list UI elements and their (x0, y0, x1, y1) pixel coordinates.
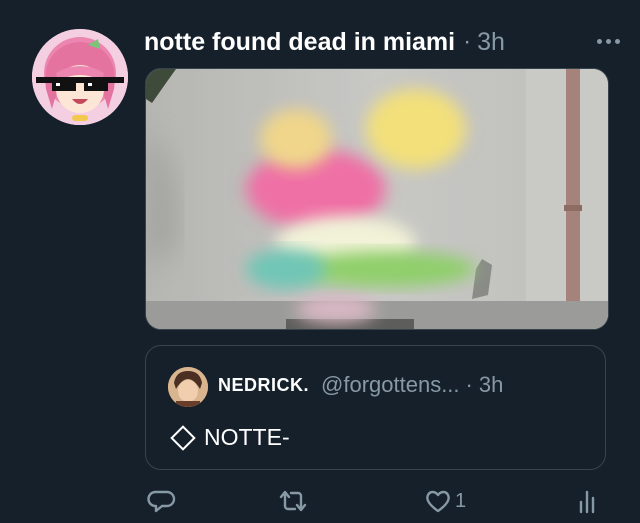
quoted-text: NOTTE- (204, 424, 290, 450)
quoted-timestamp[interactable]: 3h (479, 372, 503, 398)
reply-icon (147, 490, 176, 513)
more-icon[interactable] (597, 26, 620, 56)
avatar-image (32, 29, 128, 125)
action-bar: 1 (145, 486, 605, 520)
like-button[interactable]: 1 (423, 486, 466, 516)
display-name[interactable]: notte found dead in miami (144, 28, 455, 57)
quoted-handle[interactable]: @forgottens... (321, 372, 460, 398)
reply-button[interactable] (147, 486, 177, 516)
quoted-avatar[interactable] (168, 367, 208, 407)
quoted-avatar-image (168, 367, 208, 407)
share-button[interactable] (577, 486, 601, 516)
timestamp[interactable]: 3h (477, 28, 505, 57)
avatar[interactable] (32, 29, 128, 125)
quoted-tweet[interactable]: NEDRICK. @forgottens... · 3h NOTTE- (145, 345, 606, 470)
retweet-icon (279, 490, 307, 512)
quoted-header: NEDRICK. @forgottens... · 3h (218, 372, 595, 398)
quoted-display-name[interactable]: NEDRICK. (218, 375, 309, 396)
tweet-media-image[interactable] (145, 68, 609, 330)
tweet-header: notte found dead in miami · 3h (144, 24, 620, 60)
diamond-icon (170, 424, 196, 451)
share-icon (579, 490, 595, 514)
like-icon (426, 490, 450, 513)
media-photo (146, 69, 608, 329)
quoted-tweet-text: NOTTE- (168, 424, 290, 451)
separator-dot: · (463, 28, 472, 55)
like-count: 1 (455, 489, 467, 512)
quoted-separator-dot: · (465, 372, 473, 397)
retweet-button[interactable] (277, 486, 309, 516)
